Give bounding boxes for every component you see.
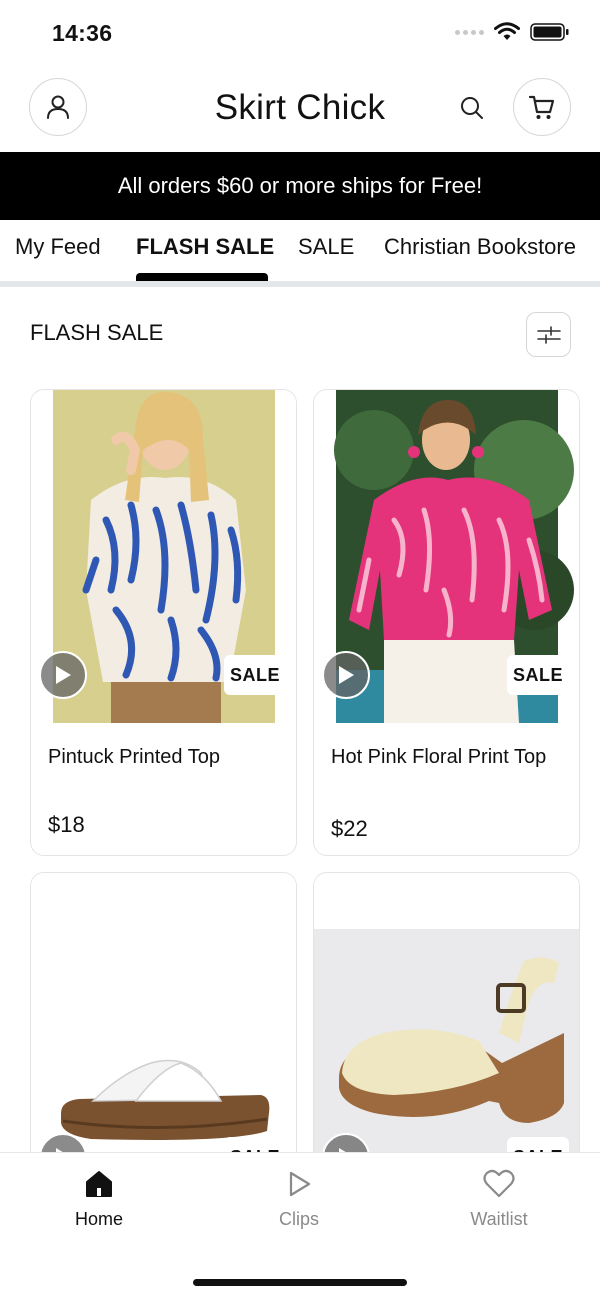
search-icon	[461, 97, 483, 119]
status-bar: 14:36	[0, 0, 600, 64]
product-image[interactable]: SALE	[314, 390, 579, 723]
nav-home[interactable]: Home	[39, 1169, 159, 1230]
play-icon	[339, 666, 354, 684]
heart-icon	[483, 1169, 515, 1198]
promo-text: All orders $60 or more ships for Free!	[117, 173, 483, 198]
home-indicator	[193, 1279, 407, 1286]
sliders-icon	[536, 325, 561, 344]
product-price: $22	[331, 816, 368, 841]
home-icon	[86, 1171, 112, 1197]
sale-badge: SALE	[224, 655, 286, 695]
product-name[interactable]: Hot Pink Floral Print Top	[331, 742, 561, 773]
signal-icon	[455, 29, 484, 35]
product-image[interactable]: SALE	[31, 390, 296, 723]
promo-banner[interactable]: All orders $60 or more ships for Free!	[0, 152, 600, 220]
nav-clips-label: Clips	[278, 1209, 319, 1229]
tab-flash-sale[interactable]: FLASH SALE	[136, 234, 274, 260]
nav-waitlist-label: Waitlist	[470, 1209, 528, 1229]
product-image[interactable]: SALE	[314, 873, 579, 1171]
nav-clips[interactable]: Clips	[239, 1169, 359, 1230]
tabs-divider	[0, 281, 600, 287]
play-video-button[interactable]	[39, 651, 87, 699]
status-time: 14:36	[52, 20, 113, 46]
nav-waitlist[interactable]: Waitlist	[439, 1169, 559, 1230]
wifi-icon	[494, 22, 520, 40]
battery-icon	[530, 23, 569, 41]
active-tab-indicator	[136, 273, 268, 281]
app-header: Skirt Chick	[0, 78, 600, 138]
product-image[interactable]: SALE	[31, 873, 296, 1171]
product-card[interactable]: SALE	[313, 872, 580, 1172]
product-card[interactable]: SALE	[30, 872, 297, 1172]
play-icon	[289, 1171, 311, 1197]
play-icon	[56, 666, 71, 684]
section-title: FLASH SALE	[30, 320, 164, 345]
product-card[interactable]: SALE Hot Pink Floral Print Top $22	[313, 389, 580, 856]
bottom-nav: Home Clips Waitlist	[0, 1152, 600, 1299]
product-photo	[314, 873, 579, 1171]
filter-button[interactable]	[526, 312, 571, 357]
product-name[interactable]: Pintuck Printed Top	[48, 742, 278, 773]
status-icons	[455, 22, 570, 42]
tab-sale[interactable]: SALE	[298, 234, 354, 260]
nav-home-label: Home	[74, 1209, 123, 1229]
brand-title: Skirt Chick	[214, 88, 386, 127]
tab-christian-bookstore[interactable]: Christian Bookstore	[384, 234, 576, 260]
play-video-button[interactable]	[322, 651, 370, 699]
search-button[interactable]	[452, 88, 492, 128]
tab-my-feed[interactable]: My Feed	[15, 234, 101, 260]
cart-icon	[528, 95, 555, 119]
product-photo	[31, 873, 296, 1171]
product-card[interactable]: SALE Pintuck Printed Top $18	[30, 389, 297, 856]
product-price: $18	[48, 812, 85, 837]
cart-button[interactable]	[513, 78, 571, 136]
sale-badge: SALE	[507, 655, 569, 695]
category-tabs: My Feed FLASH SALE SALE Christian Bookst…	[0, 220, 600, 282]
